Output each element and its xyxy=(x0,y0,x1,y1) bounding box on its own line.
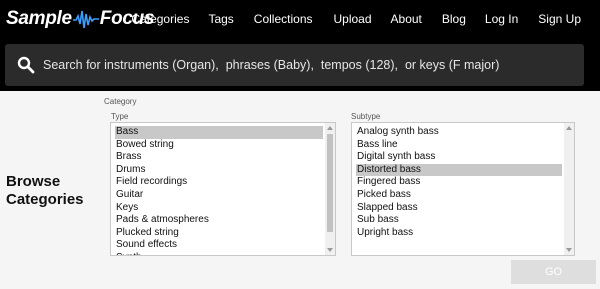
list-item[interactable]: Digital synth bass xyxy=(356,151,562,164)
type-listbox[interactable]: Bass Bowed string Brass Drums Field recordin… xyxy=(110,122,336,256)
page-title-line-1: Browse xyxy=(6,173,61,190)
scroll-down-arrow-icon[interactable] xyxy=(327,248,333,252)
scroll-up-arrow-icon[interactable] xyxy=(327,126,333,130)
list-item[interactable]: Slapped bass xyxy=(356,202,562,215)
type-list: Bass Bowed string Brass Drums Field recordin… xyxy=(115,126,323,255)
search-icon[interactable] xyxy=(17,56,35,74)
site-header: Sample Focus Categories Tags Collections… xyxy=(0,0,600,91)
page-title: Browse Categories xyxy=(6,173,96,209)
search-input[interactable] xyxy=(43,50,578,80)
category-label: Category xyxy=(104,97,137,106)
nav-about[interactable]: About xyxy=(391,11,422,27)
page-title-line-2: Categories xyxy=(6,191,84,208)
list-item[interactable]: Sub bass xyxy=(356,214,562,227)
nav-upload[interactable]: Upload xyxy=(334,11,372,27)
subtype-listbox[interactable]: Analog synth bass Bass line Digital synth … xyxy=(351,122,575,256)
list-item[interactable]: Fingered bass xyxy=(356,176,562,189)
list-item[interactable]: Drums xyxy=(115,164,323,177)
list-item[interactable]: Sound effects xyxy=(115,239,323,252)
list-item[interactable]: Plucked string xyxy=(115,227,323,240)
list-item[interactable]: Distorted bass xyxy=(356,163,562,177)
list-item[interactable]: Analog synth bass xyxy=(356,126,562,139)
nav-categories[interactable]: Categories xyxy=(131,11,189,27)
subtype-list: Analog synth bass Bass line Digital synth … xyxy=(356,126,562,239)
go-button[interactable]: GO xyxy=(511,260,596,284)
type-label: Type xyxy=(111,112,129,121)
nav-sign-up[interactable]: Sign Up xyxy=(538,11,581,27)
waveform-logo-icon xyxy=(72,10,99,29)
type-scrollbar[interactable] xyxy=(325,123,335,255)
nav-collections[interactable]: Collections xyxy=(254,11,313,27)
list-item[interactable]: Synth xyxy=(115,252,323,255)
list-item[interactable]: Guitar xyxy=(115,189,323,202)
main-nav: Categories Tags Collections Upload About… xyxy=(131,11,600,27)
nav-log-in[interactable]: Log In xyxy=(485,11,518,27)
list-item[interactable]: Bowed string xyxy=(115,139,323,152)
list-item[interactable]: Bass xyxy=(115,126,323,139)
scroll-up-arrow-icon[interactable] xyxy=(566,126,572,130)
scroll-thumb[interactable] xyxy=(327,134,333,232)
search-bar xyxy=(5,44,584,86)
list-item[interactable]: Pads & atmospheres xyxy=(115,214,323,227)
list-item[interactable]: Upright bass xyxy=(356,227,562,240)
list-item[interactable]: Brass xyxy=(115,151,323,164)
scroll-down-arrow-icon[interactable] xyxy=(566,248,572,252)
subtype-scrollbar[interactable] xyxy=(564,123,574,255)
list-item[interactable]: Picked bass xyxy=(356,189,562,202)
nav-blog[interactable]: Blog xyxy=(442,11,466,27)
list-item[interactable]: Field recordings xyxy=(115,176,323,189)
logo-text-sample: Sample xyxy=(6,8,72,29)
list-item[interactable]: Bass line xyxy=(356,139,562,152)
nav-tags[interactable]: Tags xyxy=(208,11,233,27)
subtype-label: Subtype xyxy=(351,112,381,121)
list-item[interactable]: Keys xyxy=(115,202,323,215)
